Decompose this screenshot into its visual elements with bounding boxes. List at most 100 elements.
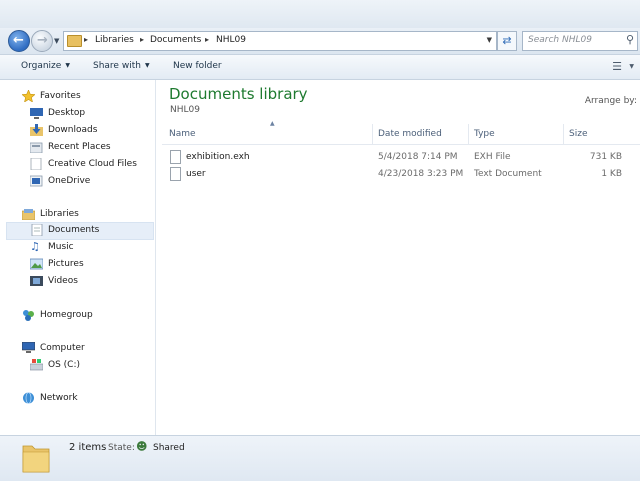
- sidebar-item-label: OS (C:): [48, 360, 80, 370]
- breadcrumb-separator-icon[interactable]: ▸: [140, 35, 144, 44]
- sidebar-item-label: Creative Cloud Files: [48, 159, 137, 169]
- creative-cloud-icon: [30, 157, 43, 171]
- nav-favorites[interactable]: Favorites: [21, 89, 142, 105]
- column-header-name[interactable]: Name: [169, 129, 196, 139]
- sidebar-item-recent-places[interactable]: Recent Places: [29, 140, 150, 156]
- recent-pages-dropdown[interactable]: ▼: [54, 37, 59, 45]
- back-button[interactable]: ←: [8, 30, 30, 52]
- search-placeholder: Search NHL09: [528, 35, 592, 45]
- sidebar-item-label: Desktop: [48, 108, 86, 118]
- sidebar-item-label: Videos: [48, 276, 78, 286]
- sidebar-item-os-c[interactable]: OS (C:): [29, 358, 150, 374]
- nav-libraries-label: Libraries: [40, 209, 79, 219]
- column-divider[interactable]: [563, 124, 564, 144]
- breadcrumb-libraries[interactable]: Libraries: [95, 35, 134, 45]
- sidebar-item-documents[interactable]: Documents: [6, 222, 154, 240]
- column-header-size[interactable]: Size: [569, 129, 587, 139]
- nav-homegroup-label: Homegroup: [40, 310, 93, 320]
- file-date: 4/23/2018 3:23 PM: [378, 169, 464, 179]
- folder-icon: [22, 440, 50, 473]
- homegroup-icon: [22, 309, 35, 321]
- address-bar[interactable]: ▸ Libraries ▸ Documents ▸ NHL09 ▼: [63, 31, 497, 51]
- state-label: State:: [108, 443, 135, 453]
- file-type: EXH File: [474, 152, 511, 162]
- arrange-by-label[interactable]: Arrange by:: [585, 96, 637, 106]
- refresh-icon: ⇄: [502, 34, 512, 47]
- file-size: 1 KB: [601, 169, 622, 179]
- organize-label: Organize: [21, 61, 62, 71]
- file-size: 731 KB: [589, 152, 622, 162]
- pictures-icon: [29, 258, 44, 270]
- sidebar-item-label: Recent Places: [48, 142, 111, 152]
- nav-computer[interactable]: Computer: [21, 341, 142, 357]
- library-subtitle: NHL09: [170, 105, 200, 115]
- drive-icon: [29, 359, 44, 371]
- column-header-type[interactable]: Type: [474, 129, 495, 139]
- file-type: Text Document: [474, 169, 542, 179]
- sidebar-item-videos[interactable]: Videos: [30, 274, 150, 290]
- address-row: ← → ▼ ▸ Libraries ▸ Documents ▸ NHL09 ▼ …: [0, 28, 640, 55]
- chevron-down-icon[interactable]: ▼: [629, 63, 634, 70]
- refresh-button[interactable]: ⇄: [497, 31, 517, 51]
- nav-computer-label: Computer: [40, 343, 85, 353]
- file-date: 5/4/2018 7:14 PM: [378, 152, 458, 162]
- documents-icon: [31, 223, 44, 237]
- text-file-icon: [170, 167, 181, 181]
- breadcrumb-separator-icon[interactable]: ▸: [205, 35, 209, 44]
- search-icon[interactable]: ⚲: [626, 33, 634, 46]
- column-header-date-modified[interactable]: Date modified: [378, 129, 442, 139]
- share-with-label: Share with: [93, 61, 141, 71]
- file-icon: [170, 150, 181, 164]
- shared-users-icon: ☻: [136, 440, 148, 453]
- nav-network[interactable]: Network: [22, 391, 142, 407]
- sidebar-item-label: Pictures: [48, 259, 84, 269]
- sidebar-item-pictures[interactable]: Pictures: [29, 257, 150, 273]
- computer-icon: [21, 341, 36, 354]
- library-title: Documents library: [169, 85, 308, 103]
- sidebar-item-label: Documents: [48, 225, 100, 235]
- music-icon: ♫: [30, 240, 40, 253]
- file-name: user: [186, 169, 206, 179]
- forward-button[interactable]: →: [31, 30, 53, 52]
- nav-homegroup[interactable]: Homegroup: [22, 308, 142, 324]
- title-bar: [0, 0, 640, 28]
- recent-places-icon: [29, 141, 43, 154]
- desktop-icon: [30, 107, 43, 119]
- nav-network-label: Network: [40, 393, 78, 403]
- file-row[interactable]: user 4/23/2018 3:23 PM Text Document 1 K…: [162, 167, 640, 183]
- share-with-button[interactable]: Share with ▼: [93, 61, 150, 71]
- onedrive-icon: [29, 175, 43, 187]
- breadcrumb-separator-icon[interactable]: ▸: [84, 35, 88, 44]
- change-view-icon[interactable]: ☰: [612, 60, 622, 73]
- address-dropdown-icon[interactable]: ▼: [487, 36, 492, 44]
- state-value: Shared: [153, 443, 185, 453]
- sidebar-item-music[interactable]: ♫ Music: [30, 240, 150, 256]
- sidebar-item-onedrive[interactable]: OneDrive: [29, 174, 150, 190]
- details-pane: 2 items State: ☻ Shared: [0, 435, 640, 481]
- file-name: exhibition.exh: [186, 152, 250, 162]
- organize-button[interactable]: Organize ▼: [21, 61, 70, 71]
- forward-arrow-icon: →: [37, 33, 48, 48]
- new-folder-button[interactable]: New folder: [173, 61, 222, 71]
- breadcrumb-documents[interactable]: Documents: [150, 35, 201, 45]
- chevron-down-icon: ▼: [65, 62, 70, 69]
- item-count: 2 items: [69, 442, 107, 453]
- sort-ascending-icon: ▲: [270, 120, 275, 127]
- nav-libraries[interactable]: Libraries: [21, 207, 142, 223]
- back-arrow-icon: ←: [13, 33, 24, 48]
- downloads-icon: [30, 124, 43, 136]
- sidebar-item-creative-cloud-files[interactable]: Creative Cloud Files: [30, 157, 150, 173]
- folder-icon: [67, 35, 82, 47]
- file-row[interactable]: exhibition.exh 5/4/2018 7:14 PM EXH File…: [162, 150, 640, 166]
- column-divider[interactable]: [468, 124, 469, 144]
- sidebar-item-downloads[interactable]: Downloads: [30, 123, 150, 139]
- sidebar-item-label: Downloads: [48, 125, 98, 135]
- search-input[interactable]: Search NHL09 ⚲: [522, 31, 638, 51]
- sidebar-item-desktop[interactable]: Desktop: [30, 106, 150, 122]
- star-icon: [21, 89, 36, 103]
- file-list-pane: Documents library NHL09 Arrange by: ▲ Na…: [156, 80, 640, 435]
- column-divider[interactable]: [372, 124, 373, 144]
- column-header-row: ▲ Name Date modified Type Size: [162, 120, 640, 145]
- sidebar-item-label: OneDrive: [48, 176, 91, 186]
- breadcrumb-nhl09[interactable]: NHL09: [216, 35, 246, 45]
